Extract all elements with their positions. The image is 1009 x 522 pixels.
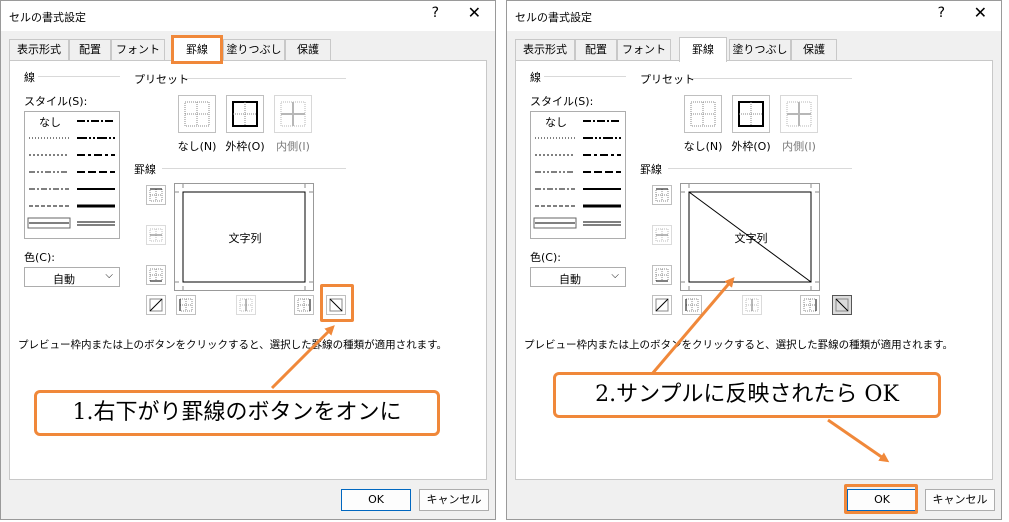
- border-bottom-button[interactable]: [652, 265, 672, 285]
- preset-outline-button[interactable]: [732, 95, 770, 133]
- ok-button-highlight: [844, 484, 918, 514]
- tab-number[interactable]: 表示形式: [9, 39, 69, 61]
- tab-font[interactable]: フォント: [617, 39, 671, 61]
- tab-fill[interactable]: 塗りつぶし: [223, 39, 285, 61]
- line-style-list[interactable]: なし: [24, 111, 120, 239]
- dialog-title: セルの書式設定: [9, 11, 86, 24]
- format-cells-dialog-before: セルの書式設定 ? ✕ 表示形式 配置 フォント 罫線 塗りつぶし 保護 線 ス…: [0, 0, 496, 520]
- preset-none-icon: [184, 101, 210, 127]
- close-icon[interactable]: ✕: [468, 3, 481, 22]
- tab-border[interactable]: 罫線: [679, 37, 727, 62]
- line-group-label: 線: [530, 71, 541, 84]
- tab-border[interactable]: 罫線: [171, 35, 223, 64]
- preview-text: 文字列: [228, 232, 262, 245]
- title-bar: セルの書式設定 ? ✕: [507, 1, 1001, 31]
- line-style-samples[interactable]: [25, 112, 119, 238]
- tab-protection[interactable]: 保護: [285, 39, 331, 61]
- instruction-note: プレビュー枠内または上のボタンをクリックすると、選択した罫線の種類が適用されます…: [18, 339, 448, 351]
- border-group-label: 罫線: [134, 163, 156, 176]
- diagonal-down-button[interactable]: [832, 295, 852, 315]
- border-left-button[interactable]: [176, 295, 196, 315]
- border-center-button[interactable]: [236, 295, 256, 315]
- chevron-down-icon: ⌵: [611, 270, 619, 281]
- preset-inside-label: 内側(I): [276, 140, 310, 153]
- style-label: スタイル(S):: [530, 95, 594, 108]
- color-dropdown[interactable]: 自動 ⌵: [24, 267, 120, 287]
- color-label: 色(C):: [24, 251, 55, 264]
- diagonal-up-button[interactable]: [146, 295, 166, 315]
- cancel-button[interactable]: キャンセル: [419, 489, 489, 511]
- ok-button[interactable]: OK: [341, 489, 411, 511]
- border-top-button[interactable]: [146, 185, 166, 205]
- callout-step-2: 2.サンプルに反映されたら OK: [553, 372, 941, 418]
- color-dropdown[interactable]: 自動 ⌵: [530, 267, 626, 287]
- tab-number[interactable]: 表示形式: [515, 39, 575, 61]
- preset-inside-icon: [786, 101, 812, 127]
- preset-inside-label: 内側(I): [782, 140, 816, 153]
- presets-label: プリセット: [134, 73, 189, 86]
- line-style-samples[interactable]: [531, 112, 625, 238]
- border-right-button[interactable]: [294, 295, 314, 315]
- tab-font[interactable]: フォント: [111, 39, 165, 61]
- tab-alignment[interactable]: 配置: [575, 39, 617, 61]
- border-preview[interactable]: 文字列: [174, 183, 314, 291]
- diagonal-button-highlight: [320, 284, 354, 322]
- style-label: スタイル(S):: [24, 95, 88, 108]
- border-preview[interactable]: 文字列: [680, 183, 820, 291]
- help-icon[interactable]: ?: [432, 5, 439, 21]
- line-group-label: 線: [24, 71, 35, 84]
- border-top-button[interactable]: [652, 185, 672, 205]
- dialog-title: セルの書式設定: [515, 11, 592, 24]
- preset-none-button[interactable]: [178, 95, 216, 133]
- color-value: 自動: [559, 273, 581, 286]
- close-icon[interactable]: ✕: [974, 3, 987, 22]
- preset-inside-button[interactable]: [780, 95, 818, 133]
- border-group-label: 罫線: [640, 163, 662, 176]
- preset-none-icon: [690, 101, 716, 127]
- preset-inside-button[interactable]: [274, 95, 312, 133]
- line-style-list[interactable]: なし: [530, 111, 626, 239]
- preset-none-button[interactable]: [684, 95, 722, 133]
- title-bar: セルの書式設定 ? ✕: [1, 1, 495, 31]
- help-icon[interactable]: ?: [938, 5, 945, 21]
- diagonal-up-button[interactable]: [652, 295, 672, 315]
- cancel-button[interactable]: キャンセル: [925, 489, 995, 511]
- color-value: 自動: [53, 273, 75, 286]
- preset-outline-button[interactable]: [226, 95, 264, 133]
- tab-fill[interactable]: 塗りつぶし: [729, 39, 791, 61]
- preset-outline-icon: [738, 101, 764, 127]
- presets-label: プリセット: [640, 73, 695, 86]
- callout-step-1: 1.右下がり罫線のボタンをオンに: [34, 390, 440, 436]
- chevron-down-icon: ⌵: [105, 270, 113, 281]
- border-bottom-button[interactable]: [146, 265, 166, 285]
- format-cells-dialog-after: セルの書式設定 ? ✕ 表示形式 配置 フォント 罫線 塗りつぶし 保護 線 ス…: [506, 0, 1002, 520]
- tab-protection[interactable]: 保護: [791, 39, 837, 61]
- border-middle-button[interactable]: [652, 225, 672, 245]
- border-center-button[interactable]: [742, 295, 762, 315]
- tab-alignment[interactable]: 配置: [69, 39, 111, 61]
- border-left-button[interactable]: [682, 295, 702, 315]
- color-label: 色(C):: [530, 251, 561, 264]
- instruction-note: プレビュー枠内または上のボタンをクリックすると、選択した罫線の種類が適用されます…: [524, 339, 954, 351]
- preset-outline-icon: [232, 101, 258, 127]
- border-middle-button[interactable]: [146, 225, 166, 245]
- preset-inside-icon: [280, 101, 306, 127]
- preview-text: 文字列: [734, 232, 768, 245]
- border-right-button[interactable]: [800, 295, 820, 315]
